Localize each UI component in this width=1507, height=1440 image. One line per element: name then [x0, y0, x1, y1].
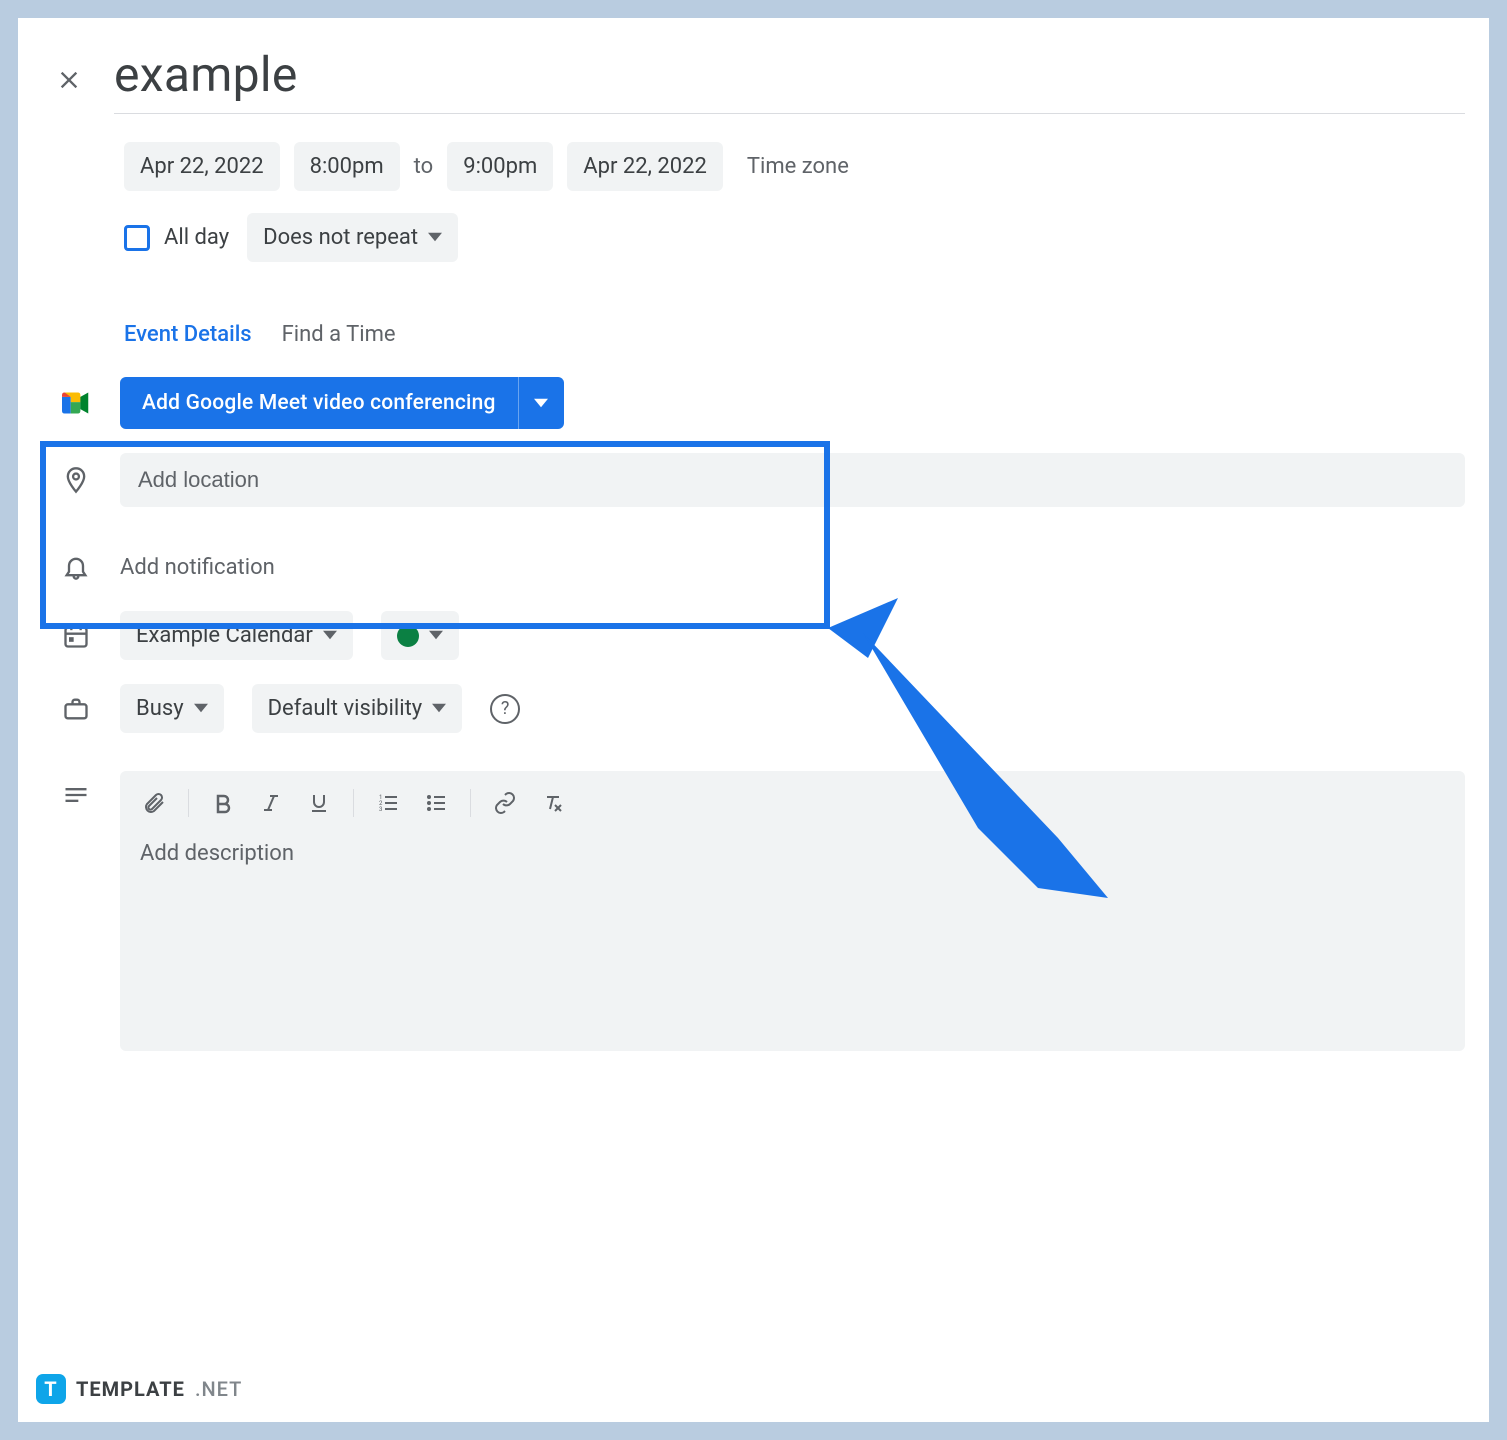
- brand-watermark: T TEMPLATE .NET: [36, 1374, 242, 1404]
- toolbar-separator: [470, 789, 471, 817]
- underline-button[interactable]: [299, 783, 339, 823]
- event-title-input[interactable]: example: [114, 46, 1465, 114]
- bold-button[interactable]: [203, 783, 243, 823]
- italic-button[interactable]: [251, 783, 291, 823]
- chevron-down-icon: [534, 396, 548, 410]
- close-button[interactable]: [52, 63, 86, 97]
- bulleted-list-button[interactable]: [416, 783, 456, 823]
- ordered-list-icon: 123: [376, 791, 400, 815]
- chevron-down-icon: [429, 623, 443, 648]
- clear-format-icon: [541, 791, 565, 815]
- availability-dropdown[interactable]: Busy: [120, 684, 224, 733]
- chevron-down-icon: [323, 623, 337, 648]
- link-icon: [493, 791, 517, 815]
- bell-icon: [60, 553, 92, 581]
- bold-icon: [211, 791, 235, 815]
- description-placeholder: Add description: [120, 835, 1465, 886]
- calendar-color-selector[interactable]: [381, 611, 459, 660]
- location-pin-icon: [60, 466, 92, 494]
- allday-label: All day: [164, 225, 229, 250]
- meet-dropdown-button[interactable]: [518, 377, 564, 429]
- tab-event-details[interactable]: Event Details: [124, 322, 252, 353]
- timezone-button[interactable]: Time zone: [747, 154, 849, 179]
- question-icon: ?: [501, 698, 510, 719]
- tab-find-a-time[interactable]: Find a Time: [282, 322, 396, 353]
- checkbox-icon: [124, 225, 150, 251]
- to-label: to: [414, 154, 434, 179]
- toolbar-separator: [188, 789, 189, 817]
- calendar-name: Example Calendar: [136, 623, 313, 648]
- link-button[interactable]: [485, 783, 525, 823]
- brand-suffix: .NET: [195, 1377, 242, 1401]
- chevron-down-icon: [432, 696, 446, 721]
- attachment-button[interactable]: [134, 783, 174, 823]
- chevron-down-icon: [428, 225, 442, 250]
- briefcase-icon: [60, 695, 92, 723]
- bullet-list-icon: [424, 791, 448, 815]
- visibility-help-button[interactable]: ?: [490, 694, 520, 724]
- color-swatch-icon: [397, 625, 419, 647]
- calendar-icon: [60, 622, 92, 650]
- description-editor[interactable]: 123 Add description: [120, 771, 1465, 1051]
- brand-logo-icon: T: [36, 1374, 66, 1404]
- add-google-meet-button[interactable]: Add Google Meet video conferencing: [120, 377, 518, 429]
- google-meet-icon: [60, 389, 92, 417]
- svg-text:3: 3: [379, 806, 382, 813]
- close-icon: [55, 66, 83, 94]
- brand-name: TEMPLATE: [76, 1377, 185, 1401]
- add-notification-button[interactable]: Add notification: [120, 555, 275, 580]
- underline-icon: [307, 791, 331, 815]
- start-time-chip[interactable]: 8:00pm: [294, 142, 400, 191]
- end-date-chip[interactable]: Apr 22, 2022: [567, 142, 723, 191]
- chevron-down-icon: [194, 696, 208, 721]
- recurrence-dropdown[interactable]: Does not repeat: [247, 213, 458, 262]
- italic-icon: [259, 791, 283, 815]
- visibility-label: Default visibility: [268, 696, 423, 721]
- toolbar-separator: [353, 789, 354, 817]
- description-icon: [60, 767, 92, 809]
- availability-label: Busy: [136, 696, 184, 721]
- numbered-list-button[interactable]: 123: [368, 783, 408, 823]
- paperclip-icon: [142, 791, 166, 815]
- recurrence-label: Does not repeat: [263, 225, 418, 250]
- allday-checkbox[interactable]: All day: [124, 225, 229, 251]
- start-date-chip[interactable]: Apr 22, 2022: [124, 142, 280, 191]
- end-time-chip[interactable]: 9:00pm: [447, 142, 553, 191]
- visibility-dropdown[interactable]: Default visibility: [252, 684, 463, 733]
- calendar-selector[interactable]: Example Calendar: [120, 611, 353, 660]
- location-input[interactable]: [120, 453, 1465, 507]
- clear-formatting-button[interactable]: [533, 783, 573, 823]
